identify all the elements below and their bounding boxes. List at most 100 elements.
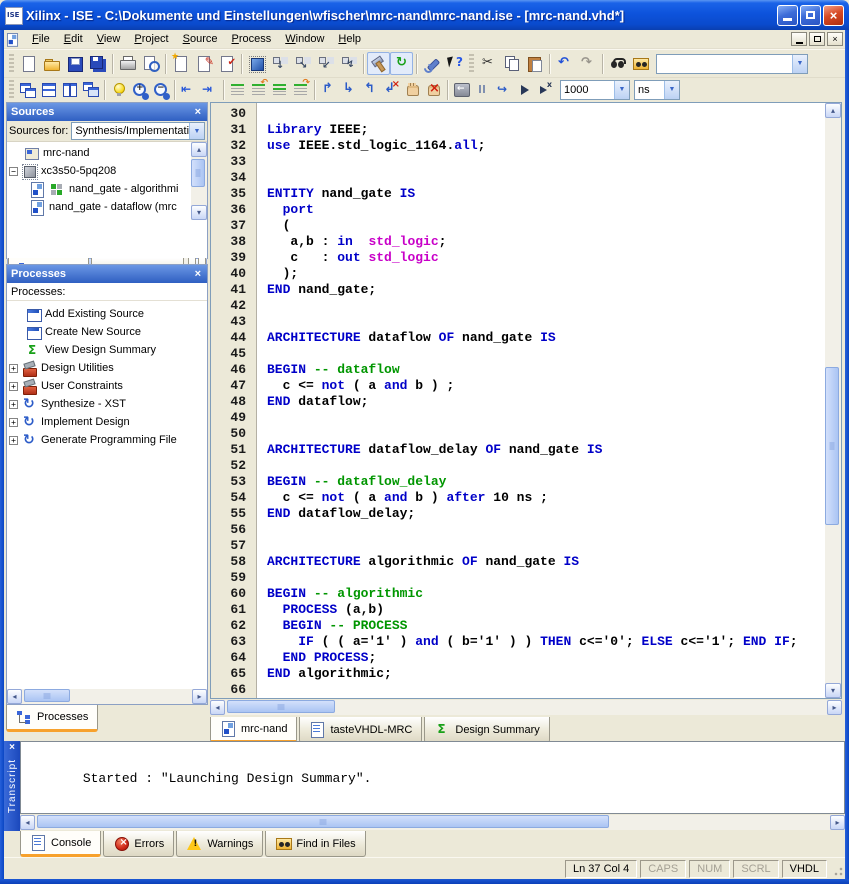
expander-plus-icon[interactable]: + xyxy=(9,364,18,373)
save-button[interactable] xyxy=(63,52,86,75)
minimize-button[interactable] xyxy=(777,5,798,26)
clear-bookmarks-button[interactable] xyxy=(381,79,402,100)
chevron-down-icon[interactable]: ▼ xyxy=(664,81,679,99)
scrollbar-track[interactable] xyxy=(35,815,830,830)
prev-bookmark-button[interactable] xyxy=(360,79,381,100)
implement-hammer-button[interactable] xyxy=(367,52,390,75)
scrollbar-track[interactable] xyxy=(191,157,207,205)
scroll-left-button[interactable]: ◂ xyxy=(20,815,35,830)
print-button[interactable] xyxy=(116,52,139,75)
arrange-windows-button[interactable] xyxy=(80,79,101,100)
close-button[interactable]: × xyxy=(823,5,844,26)
tree-item[interactable]: View Design Summary xyxy=(7,341,207,359)
tab-find-in-files[interactable]: Find in Files xyxy=(265,831,365,857)
assign-io-button[interactable] xyxy=(337,52,360,75)
transcript-console[interactable]: Started : "Launching Design Summary". xyxy=(20,741,845,814)
expander-plus-icon[interactable]: + xyxy=(9,436,18,445)
menu-window[interactable]: Window xyxy=(278,32,331,46)
scroll-down-button[interactable]: ▾ xyxy=(191,205,207,220)
tab-design-summary[interactable]: Design Summary xyxy=(424,717,549,743)
scroll-right-button[interactable]: ▸ xyxy=(827,700,842,715)
chevron-down-icon[interactable]: ▼ xyxy=(189,123,204,139)
toolbar-grip[interactable] xyxy=(9,80,14,100)
comment-button[interactable] xyxy=(227,79,248,100)
tab-processes[interactable]: Processes xyxy=(6,705,98,732)
processes-horizontal-scrollbar[interactable]: ◂ ▸ xyxy=(7,689,207,704)
scrollbar-thumb[interactable] xyxy=(825,367,839,525)
toggle-bookmark-button[interactable] xyxy=(318,79,339,100)
scrollbar-thumb[interactable] xyxy=(24,689,70,702)
tab-errors[interactable]: Errors xyxy=(103,831,174,857)
indent-button[interactable] xyxy=(199,79,220,100)
sim-unit-combo[interactable]: ns▼ xyxy=(634,80,680,100)
tree-item[interactable]: +Synthesize - XST xyxy=(7,395,207,413)
scroll-right-button[interactable]: ▸ xyxy=(192,689,207,704)
tile-vertical-button[interactable] xyxy=(59,79,80,100)
menu-source[interactable]: Source xyxy=(176,32,225,46)
chevron-down-icon[interactable]: ▼ xyxy=(614,81,629,99)
tree-item[interactable]: +Implement Design xyxy=(7,413,207,431)
expander-minus-icon[interactable]: − xyxy=(9,167,18,176)
transcript-horizontal-scrollbar[interactable]: ◂ ▸ xyxy=(20,815,845,830)
edit-source-button[interactable] xyxy=(192,52,215,75)
cascade-windows-button[interactable] xyxy=(17,79,38,100)
toggle-shortcut-button[interactable] xyxy=(108,79,129,100)
editor-code[interactable]: Library IEEE;use IEEE.std_logic_1164.all… xyxy=(258,103,825,698)
tab-mrc-nand[interactable]: mrc-nand xyxy=(210,717,297,743)
code-editor[interactable]: 3031323334353637383940414243444546474849… xyxy=(210,102,842,699)
menu-process[interactable]: Process xyxy=(225,32,279,46)
editor-vertical-scrollbar[interactable]: ▴ ▾ xyxy=(825,103,841,698)
tab-warnings[interactable]: Warnings xyxy=(176,831,263,857)
restart-button[interactable] xyxy=(451,79,472,100)
no-pan-button[interactable] xyxy=(423,79,444,100)
scroll-down-button[interactable]: ▾ xyxy=(825,683,841,698)
sources-for-combo[interactable]: Synthesis/Implementatio ▼ xyxy=(71,122,205,140)
save-all-button[interactable] xyxy=(86,52,109,75)
new-source-button[interactable] xyxy=(169,52,192,75)
scroll-left-button[interactable]: ◂ xyxy=(7,689,22,704)
close-icon[interactable]: × xyxy=(193,268,203,280)
scrollbar-track[interactable] xyxy=(225,700,827,715)
comment-block-button[interactable] xyxy=(269,79,290,100)
next-bookmark-button[interactable] xyxy=(339,79,360,100)
scroll-right-button[interactable]: ▸ xyxy=(830,815,845,830)
scrollbar-thumb[interactable] xyxy=(227,700,335,713)
tab-console[interactable]: Console xyxy=(20,831,101,857)
expander-plus-icon[interactable]: + xyxy=(9,382,18,391)
print-preview-button[interactable] xyxy=(139,52,162,75)
uncomment-block-button[interactable] xyxy=(290,79,311,100)
pan-button[interactable] xyxy=(402,79,423,100)
help-pointer-button[interactable] xyxy=(443,52,466,75)
tree-item[interactable]: Add Existing Source xyxy=(7,305,207,323)
zoom-out-button[interactable] xyxy=(150,79,171,100)
find-button[interactable] xyxy=(606,52,629,75)
chevron-down-icon[interactable]: ▼ xyxy=(792,55,807,73)
open-project-button[interactable] xyxy=(40,52,63,75)
find-in-files-button[interactable] xyxy=(629,52,652,75)
redo-button[interactable] xyxy=(576,52,599,75)
title-bar[interactable]: Xilinx - ISE - C:\Dokumente und Einstell… xyxy=(0,0,849,30)
menu-edit[interactable]: Edit xyxy=(57,32,90,46)
assign-constraints-button[interactable] xyxy=(291,52,314,75)
tree-item[interactable]: mrc-nand xyxy=(7,144,191,162)
run-for-time-button[interactable] xyxy=(535,79,556,100)
assign-pins-button[interactable] xyxy=(268,52,291,75)
mdi-restore-button[interactable] xyxy=(809,32,825,46)
sim-time-combo[interactable]: 1000▼ xyxy=(560,80,630,100)
resize-grip[interactable] xyxy=(831,864,844,877)
tree-item[interactable]: −xc3s50-5pq208 xyxy=(7,162,191,180)
toolbar-grip[interactable] xyxy=(469,54,474,74)
scroll-up-button[interactable]: ▴ xyxy=(825,103,841,118)
scrollbar-track[interactable] xyxy=(825,118,841,683)
close-icon[interactable]: × xyxy=(4,741,20,755)
chip-button[interactable] xyxy=(245,52,268,75)
restore-button[interactable] xyxy=(800,5,821,26)
expander-plus-icon[interactable]: + xyxy=(9,400,18,409)
sources-panel-titlebar[interactable]: Sources × xyxy=(7,103,207,121)
close-icon[interactable]: × xyxy=(193,106,203,118)
scrollbar-thumb[interactable] xyxy=(37,815,609,828)
tree-item[interactable]: +User Constraints xyxy=(7,377,207,395)
tree-item[interactable]: +Design Utilities xyxy=(7,359,207,377)
wrench-button[interactable] xyxy=(420,52,443,75)
pause-button[interactable] xyxy=(472,79,493,100)
